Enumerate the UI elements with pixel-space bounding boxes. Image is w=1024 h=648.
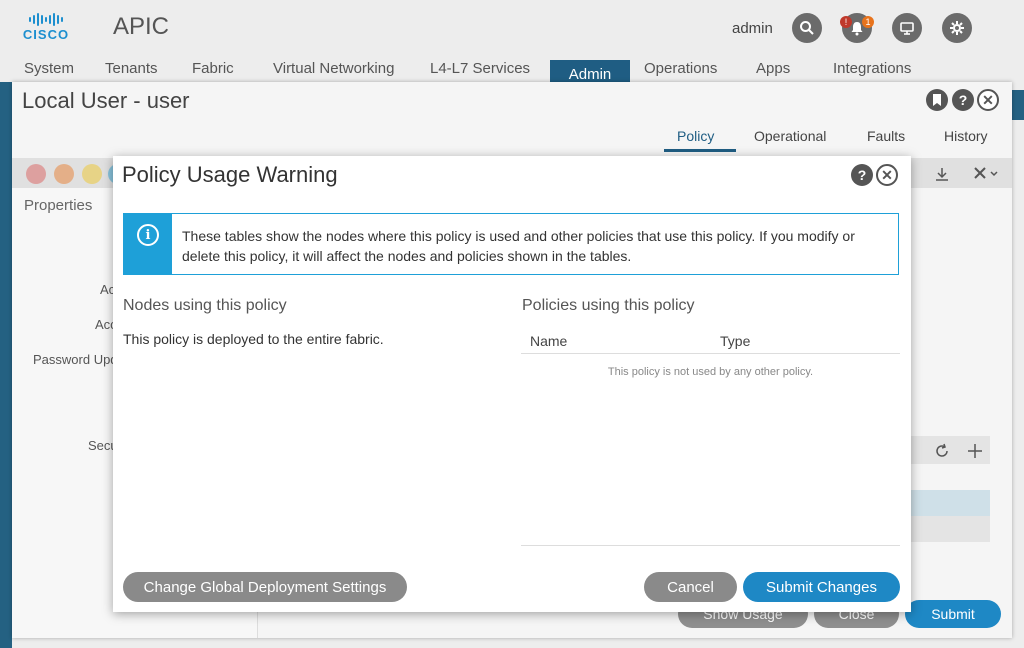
refresh-icon	[936, 443, 948, 457]
submit-changes-button[interactable]: Submit Changes	[743, 572, 900, 602]
field-label-3: Password Upd	[33, 352, 118, 367]
submit-button[interactable]: Submit	[905, 600, 1001, 628]
alert-badge-critical: !	[840, 16, 852, 28]
nodes-text: This policy is deployed to the entire fa…	[123, 331, 384, 347]
nav-operations[interactable]: Operations	[644, 60, 717, 82]
app-title: APIC	[113, 13, 170, 40]
nav-tenants[interactable]: Tenants	[105, 60, 158, 82]
nav-fabric[interactable]: Fabric	[192, 60, 234, 82]
table-header-divider	[521, 353, 900, 354]
table-footer-divider	[521, 545, 900, 546]
download-icon	[936, 168, 948, 181]
window-title: Local User - user	[22, 88, 190, 113]
alert-badge-count: 1	[862, 16, 874, 28]
dialog-close-button[interactable]: ✕	[876, 164, 898, 186]
tab-active-indicator	[664, 149, 736, 152]
policies-heading: Policies using this policy	[522, 297, 695, 314]
cancel-button[interactable]: Cancel	[644, 572, 737, 602]
nodes-heading: Nodes using this policy	[123, 297, 287, 314]
close-icon: ✕	[881, 166, 893, 183]
search-button[interactable]	[792, 13, 822, 43]
nav-l4-l7-services[interactable]: L4-L7 Services	[430, 60, 530, 82]
empty-table-message: This policy is not used by any other pol…	[607, 366, 814, 378]
table-add-button[interactable]	[967, 443, 983, 464]
tools-menu-button[interactable]	[972, 165, 1000, 186]
search-icon	[800, 21, 814, 35]
tab-faults[interactable]: Faults	[867, 128, 905, 144]
cisco-logo[interactable]: CISCO	[18, 12, 74, 42]
top-bar: CISCO APIC admin ! 1 System Tenants Fabr…	[0, 0, 1024, 86]
table-row-selected[interactable]	[900, 490, 990, 516]
screen-button[interactable]	[892, 13, 922, 43]
critical-fault-icon	[26, 164, 46, 184]
tab-policy[interactable]: Policy	[677, 128, 714, 144]
table-refresh-button[interactable]	[934, 443, 950, 464]
info-banner: i These tables show the nodes where this…	[123, 213, 899, 275]
nav-apps[interactable]: Apps	[756, 60, 790, 82]
dialog-help-button[interactable]: ?	[851, 164, 873, 186]
gear-icon	[950, 21, 964, 35]
info-icon: i	[137, 224, 159, 246]
cisco-logo-text: CISCO	[22, 27, 70, 42]
policy-usage-warning-dialog: Policy Usage Warning ? ✕ i These tables …	[113, 156, 911, 612]
column-type[interactable]: Type	[720, 333, 750, 349]
column-name[interactable]: Name	[530, 333, 567, 349]
info-banner-stripe: i	[124, 214, 172, 274]
properties-heading: Properties	[24, 197, 93, 214]
minor-fault-icon	[82, 164, 102, 184]
table-row[interactable]	[900, 516, 990, 542]
page-edge-left	[0, 82, 12, 648]
monitor-icon	[900, 22, 914, 35]
nav-system[interactable]: System	[24, 60, 74, 82]
tools-icon	[974, 167, 998, 179]
bookmark-button[interactable]	[926, 89, 948, 111]
dialog-title: Policy Usage Warning	[122, 162, 338, 187]
window-help-button[interactable]: ?	[952, 89, 974, 111]
settings-button[interactable]	[942, 13, 972, 43]
info-banner-text: These tables show the nodes where this p…	[182, 228, 855, 264]
tab-history[interactable]: History	[944, 128, 988, 144]
change-global-deployment-settings-button[interactable]: Change Global Deployment Settings	[123, 572, 407, 602]
user-menu[interactable]: admin	[732, 20, 773, 37]
nav-integrations[interactable]: Integrations	[833, 60, 911, 82]
cisco-bars-icon	[18, 12, 74, 26]
tab-operational[interactable]: Operational	[754, 128, 826, 144]
help-icon: ?	[857, 167, 867, 183]
major-fault-icon	[54, 164, 74, 184]
plus-icon	[968, 444, 982, 458]
bookmark-icon	[933, 94, 941, 106]
help-icon: ?	[958, 92, 968, 108]
window-close-button[interactable]: ✕	[977, 89, 999, 111]
nav-virtual-networking[interactable]: Virtual Networking	[273, 60, 394, 82]
close-icon: ✕	[982, 91, 994, 108]
page-edge-right	[1012, 90, 1024, 120]
download-button[interactable]	[934, 166, 950, 187]
